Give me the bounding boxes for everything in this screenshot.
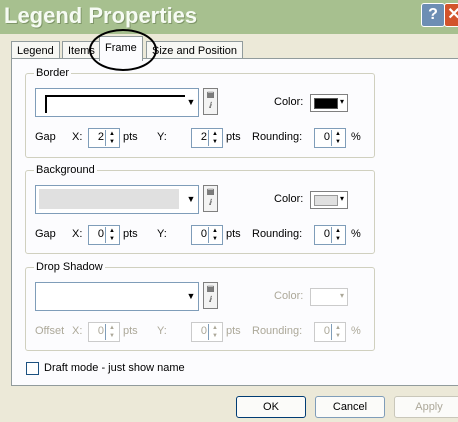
- border-color-swatch: [314, 98, 338, 109]
- cancel-button[interactable]: Cancel: [315, 396, 385, 418]
- drop-shadow-combo[interactable]: ▼: [35, 282, 199, 311]
- drop-shadow-group: Drop Shadow ▼ ▤ ⅈ Color: ▾ Offset X: 0 ▲ ▼…: [25, 261, 375, 351]
- border-color-picker[interactable]: ▾: [310, 94, 348, 112]
- background-color-label: Color:: [274, 193, 304, 205]
- drop-shadow-rounding-unit: %: [351, 325, 361, 337]
- drop-shadow-y-label: Y:: [157, 325, 167, 337]
- drop-shadow-color-picker[interactable]: ▾: [310, 288, 348, 306]
- background-y-spinner[interactable]: 0 ▲ ▼: [191, 225, 223, 245]
- border-rounding-value: 0: [323, 131, 330, 143]
- background-color-picker[interactable]: ▾: [310, 191, 348, 209]
- drop-shadow-offset-label: Offset: [35, 325, 65, 337]
- spinner-arrows-icon[interactable]: ▲ ▼: [105, 324, 118, 340]
- draft-mode-checkbox[interactable]: [26, 362, 39, 375]
- drop-shadow-options-icon[interactable]: ▤ ⅈ: [203, 282, 218, 309]
- background-x-label: X:: [72, 228, 83, 240]
- chevron-down-icon[interactable]: ▼: [184, 89, 198, 116]
- spinner-arrows-icon[interactable]: ▲ ▼: [208, 324, 221, 340]
- chevron-down-icon[interactable]: ▾: [338, 97, 346, 106]
- background-fill-combo[interactable]: ▼: [35, 185, 199, 214]
- background-group: Background ▼ ▤ ⅈ Color: ▾ Gap X: 0 ▲ ▼ pts…: [25, 164, 375, 254]
- border-style-combo[interactable]: ▼: [35, 88, 199, 117]
- drop-shadow-rounding-label: Rounding:: [252, 325, 303, 337]
- close-button[interactable]: ✕: [444, 3, 458, 27]
- title-bar: Legend Properties ? ✕: [0, 0, 458, 34]
- drop-shadow-x-label: X:: [72, 325, 83, 337]
- spinner-arrows-icon[interactable]: ▲ ▼: [331, 227, 344, 243]
- chevron-down-icon[interactable]: ▾: [338, 194, 346, 203]
- border-color-label: Color:: [274, 96, 304, 108]
- background-rounding-spinner[interactable]: 0 ▲ ▼: [314, 225, 346, 245]
- chevron-down-icon[interactable]: ▼: [184, 186, 198, 213]
- apply-button[interactable]: Apply: [394, 396, 458, 418]
- spinner-arrows-icon[interactable]: ▲ ▼: [208, 227, 221, 243]
- drop-shadow-y-value: 0: [200, 325, 207, 337]
- drop-shadow-x-value: 0: [97, 325, 104, 337]
- drop-shadow-rounding-value: 0: [323, 325, 330, 337]
- drop-shadow-y-unit: pts: [226, 325, 241, 337]
- chevron-down-icon[interactable]: ▾: [338, 291, 346, 300]
- background-x-unit: pts: [123, 228, 138, 240]
- border-rounding-label: Rounding:: [252, 131, 303, 143]
- drop-shadow-group-title: Drop Shadow: [34, 261, 105, 273]
- drop-shadow-rounding-spinner[interactable]: 0 ▲ ▼: [314, 322, 346, 342]
- ok-button[interactable]: OK: [236, 396, 306, 418]
- background-x-value: 0: [97, 228, 104, 240]
- spinner-arrows-icon[interactable]: ▲ ▼: [331, 130, 344, 146]
- spinner-arrows-icon[interactable]: ▲ ▼: [105, 227, 118, 243]
- window-title: Legend Properties: [4, 3, 198, 28]
- background-group-title: Background: [34, 164, 97, 176]
- border-x-unit: pts: [123, 131, 138, 143]
- border-y-value: 2: [200, 131, 207, 143]
- border-y-spinner[interactable]: 2 ▲ ▼: [191, 128, 223, 148]
- background-y-value: 0: [200, 228, 207, 240]
- border-style-options-icon[interactable]: ▤ ⅈ: [203, 88, 218, 115]
- border-group: Border ▼ ▤ ⅈ Color: ▾ Gap X: 2 ▲ ▼ pts Y: …: [25, 67, 375, 158]
- background-gap-label: Gap: [35, 228, 56, 240]
- drop-shadow-x-unit: pts: [123, 325, 138, 337]
- chevron-down-icon[interactable]: ▼: [184, 283, 198, 310]
- background-rounding-label: Rounding:: [252, 228, 303, 240]
- background-fill-options-icon[interactable]: ▤ ⅈ: [203, 185, 218, 212]
- spinner-arrows-icon[interactable]: ▲ ▼: [331, 324, 344, 340]
- spinner-arrows-icon[interactable]: ▲ ▼: [105, 130, 118, 146]
- spinner-arrows-icon[interactable]: ▲ ▼: [208, 130, 221, 146]
- border-y-unit: pts: [226, 131, 241, 143]
- background-color-swatch: [314, 195, 338, 206]
- border-x-label: X:: [72, 131, 83, 143]
- border-line-preview: [45, 95, 185, 113]
- background-y-label: Y:: [157, 228, 167, 240]
- border-y-label: Y:: [157, 131, 167, 143]
- border-x-spinner[interactable]: 2 ▲ ▼: [88, 128, 120, 148]
- border-x-value: 2: [97, 131, 104, 143]
- background-rounding-value: 0: [323, 228, 330, 240]
- background-fill-preview: [39, 189, 179, 209]
- background-x-spinner[interactable]: 0 ▲ ▼: [88, 225, 120, 245]
- background-rounding-unit: %: [351, 228, 361, 240]
- border-gap-label: Gap: [35, 131, 56, 143]
- border-rounding-unit: %: [351, 131, 361, 143]
- border-group-title: Border: [34, 67, 72, 79]
- drop-shadow-color-label: Color:: [274, 290, 304, 302]
- tab-frame[interactable]: Frame: [99, 36, 143, 61]
- draft-mode-label: Draft mode - just show name: [44, 362, 185, 374]
- help-button[interactable]: ?: [421, 3, 445, 27]
- background-y-unit: pts: [226, 228, 241, 240]
- drop-shadow-y-spinner[interactable]: 0 ▲ ▼: [191, 322, 223, 342]
- drop-shadow-x-spinner[interactable]: 0 ▲ ▼: [88, 322, 120, 342]
- border-rounding-spinner[interactable]: 0 ▲ ▼: [314, 128, 346, 148]
